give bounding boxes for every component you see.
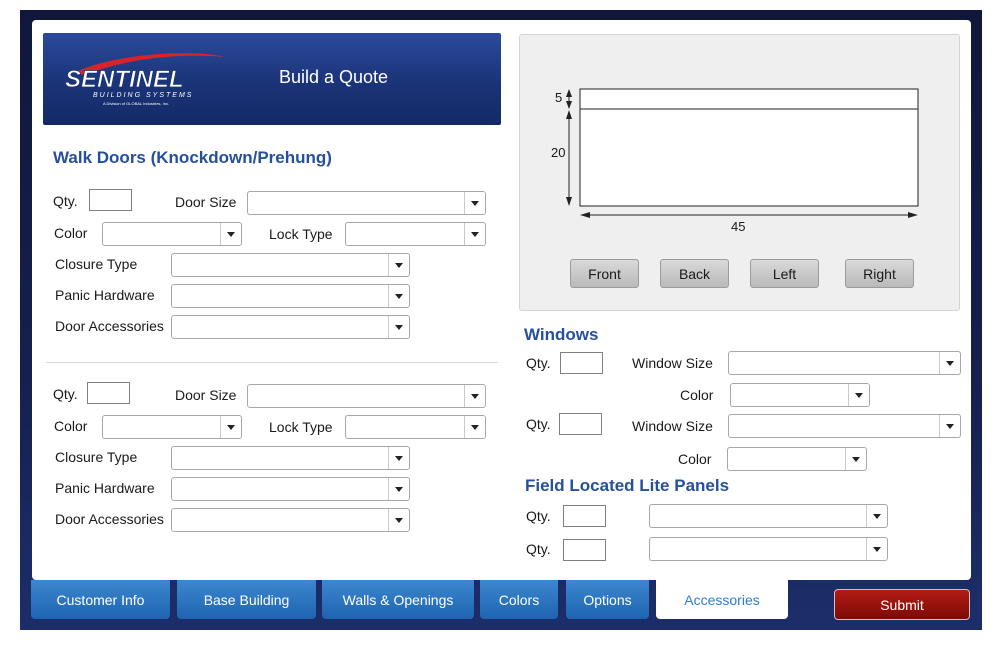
windows-title: Windows [524,325,599,344]
lite-panel-qty-input[interactable] [563,539,606,561]
chevron-down-icon [388,478,409,500]
tab-options[interactable]: Options [566,580,649,619]
qty-label: Qty. [53,386,78,402]
lite-panel-qty-input[interactable] [563,505,606,527]
panic-hardware-label: Panic Hardware [55,287,155,303]
chevron-down-icon [388,447,409,469]
wall-outline [579,88,919,207]
color-label: Color [54,225,88,241]
window-qty-input[interactable] [559,413,602,435]
tab-colors[interactable]: Colors [480,580,558,619]
dim-label-width: 45 [731,219,746,234]
tab-accessories[interactable]: Accessories [656,580,788,619]
chevron-down-icon [464,416,485,438]
window-size-label: Window Size [632,418,713,434]
color-label: Color [54,418,88,434]
dim-label-top: 5 [555,90,563,105]
lock-type-label: Lock Type [269,419,333,435]
left-view-button[interactable]: Left [750,259,819,288]
svg-text:SENTINEL: SENTINEL [65,66,184,93]
lite-panel-select[interactable] [649,504,888,528]
chevron-down-icon [388,285,409,307]
qty-label: Qty. [526,508,551,524]
walk-doors-title: Walk Doors (Knockdown/Prehung) [53,148,332,167]
window-color-label: Color [678,451,712,467]
chevron-down-icon [388,316,409,338]
chevron-down-icon [939,352,960,374]
door-size-label: Door Size [175,387,237,403]
door-size-select[interactable] [247,384,486,408]
lite-panel-select[interactable] [649,537,888,561]
qty-label: Qty. [526,416,551,432]
chevron-down-icon [464,385,485,407]
section-divider [46,362,498,363]
closure-type-label: Closure Type [55,449,138,465]
chevron-down-icon [464,192,485,214]
tab-customer-info[interactable]: Customer Info [31,580,170,619]
closure-type-select[interactable] [171,446,410,470]
chevron-down-icon [848,384,869,406]
door-size-label: Door Size [175,194,237,210]
window-size-label: Window Size [632,355,713,371]
door-accessories-select[interactable] [171,508,410,532]
arrowhead [566,110,572,119]
window-color-label: Color [680,387,714,403]
chevron-down-icon [220,416,241,438]
chevron-down-icon [939,415,960,437]
closure-type-label: Closure Type [55,256,138,272]
sentinel-logo: SENTINEL BUILDING SYSTEMS A Division of … [65,53,225,106]
arrowhead [580,212,590,218]
door-color-select[interactable] [102,222,242,246]
front-view-button[interactable]: Front [570,259,639,288]
svg-text:A Division of GLOBAL Industrie: A Division of GLOBAL Industries, Inc. [103,101,169,106]
qty-label: Qty. [526,355,551,371]
arrowhead [908,212,918,218]
svg-text:BUILDING SYSTEMS: BUILDING SYSTEMS [93,92,193,99]
right-view-button[interactable]: Right [845,259,914,288]
tab-base-building[interactable]: Base Building [177,580,316,619]
door-size-select[interactable] [247,191,486,215]
window-color-select[interactable] [730,383,870,407]
chevron-down-icon [388,509,409,531]
arrowhead [566,197,572,206]
chevron-down-icon [220,223,241,245]
door-accessories-label: Door Accessories [55,511,164,527]
door-accessories-select[interactable] [171,315,410,339]
chevron-down-icon [866,538,887,560]
door-accessories-label: Door Accessories [55,318,164,334]
panic-hardware-select[interactable] [171,284,410,308]
submit-button[interactable]: Submit [834,589,970,620]
panic-hardware-select[interactable] [171,477,410,501]
lite-panels-title: Field Located Lite Panels [525,476,730,495]
window-size-select[interactable] [728,351,961,375]
chevron-down-icon [388,254,409,276]
qty-label: Qty. [526,541,551,557]
lock-type-select[interactable] [345,415,486,439]
qty-label: Qty. [53,193,78,209]
chevron-down-icon [464,223,485,245]
lock-type-label: Lock Type [269,226,333,242]
chevron-down-icon [866,505,887,527]
page-title: Build a Quote [279,67,389,87]
window-size-select[interactable] [728,414,961,438]
lock-type-select[interactable] [345,222,486,246]
dim-label-height: 20 [551,145,566,160]
tab-walls-openings[interactable]: Walls & Openings [322,580,474,619]
panic-hardware-label: Panic Hardware [55,480,155,496]
door-qty-input[interactable] [89,189,132,211]
header-banner: SENTINEL BUILDING SYSTEMS A Division of … [43,33,501,125]
window-qty-input[interactable] [560,352,603,374]
door-qty-input[interactable] [87,382,130,404]
arrowhead [566,101,572,109]
chevron-down-icon [845,448,866,470]
door-color-select[interactable] [102,415,242,439]
window-color-select[interactable] [727,447,867,471]
back-view-button[interactable]: Back [660,259,729,288]
closure-type-select[interactable] [171,253,410,277]
arrowhead [566,89,572,97]
